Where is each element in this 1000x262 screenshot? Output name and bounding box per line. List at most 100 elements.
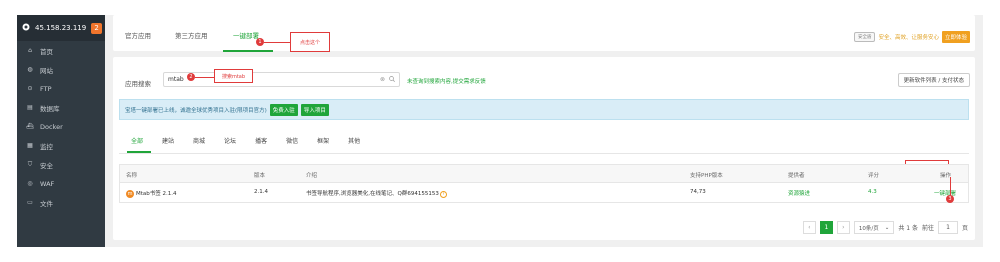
page-1-button[interactable]: 1: [819, 221, 833, 234]
app-intro-cell: 书签导航程序,浏览器美化,在线笔记、Q群694155153?: [306, 189, 447, 198]
category-tab-2[interactable]: 商城: [193, 136, 205, 145]
next-page-button[interactable]: ›: [836, 221, 850, 234]
col-intro: 介绍: [306, 173, 318, 179]
annotation-line-3: [950, 177, 951, 195]
active-tab-indicator: [223, 50, 273, 52]
sidebar-item-label: 数据库: [40, 104, 60, 113]
sidebar-item-label: WAF: [40, 179, 55, 188]
col-php: 支持PHP版本: [690, 173, 723, 179]
goto-label: 前往: [921, 225, 934, 232]
sidebar-item-label: FTP: [40, 84, 52, 93]
annotation-step-1: 1: [256, 38, 264, 46]
search-box: ⊗: [163, 72, 400, 87]
sidebar-item-label: 文件: [40, 199, 53, 208]
server-icon: [22, 23, 30, 33]
tab-bar: 官方应用 第三方应用 一键部署 1 点击这个 安全盾 安全、高效、让服务安心 立…: [113, 15, 975, 52]
category-tab-5[interactable]: 微信: [286, 136, 298, 145]
sidebar-item-0[interactable]: ⌂ 首页: [17, 41, 105, 60]
search-icon[interactable]: [389, 75, 395, 84]
clear-icon[interactable]: ⊗: [380, 76, 385, 84]
sidebar: 45.158.23.119 2 ⌂ 首页 ◍ 网站 ⊙ FTP ▤ 数据库 ⛴ Docker ▦ 监控…: [17, 15, 105, 247]
search-label: 应用搜索: [125, 80, 151, 88]
total-count: 共 1 条: [898, 225, 918, 232]
app-panel: 应用搜索 ⊗ 2 搜索mtab 未查询到搜索内容,提交需求反馈 更新软件列表 /…: [113, 57, 975, 240]
tab-one-click-deploy[interactable]: 一键部署: [233, 30, 259, 40]
prev-page-button[interactable]: ‹: [802, 221, 816, 234]
category-tab-3[interactable]: 论坛: [224, 136, 236, 145]
col-score: 评分: [868, 173, 880, 179]
notice-text: 宝塔一键部署已上线，诚邀全球优秀项目入驻(限项目官方): [125, 107, 267, 114]
app-score: 4.3: [868, 189, 877, 195]
app-table: 名称 版本 介绍 支持PHP版本 提供者 评分 操作 m Mtab书签 2.1.4…: [119, 164, 969, 203]
col-version: 版本: [254, 173, 266, 179]
category-tabs: 全部 建站 商城 论坛 播客 微信 框架 其他: [131, 136, 379, 145]
database-icon: ▤: [27, 104, 33, 111]
promo-try-button[interactable]: 立即体验: [941, 31, 970, 43]
waf-icon: ◎: [27, 180, 33, 187]
monitor-icon: ▦: [27, 142, 33, 149]
annotation-step-3: 3: [946, 195, 954, 203]
goto-page-input[interactable]: 1: [937, 221, 958, 234]
server-ip: 45.158.23.119: [35, 24, 87, 32]
category-tab-0[interactable]: 全部: [131, 136, 143, 145]
tab-third-party-apps[interactable]: 第三方应用: [175, 30, 208, 40]
annotation-search-hint: 搜索mtab: [214, 69, 253, 83]
category-tab-1[interactable]: 建站: [162, 136, 174, 145]
annotation-tab-hint: 点击这个: [290, 32, 330, 52]
promo-banner: 安全盾 安全、高效、让服务安心 立即体验: [853, 31, 970, 43]
page-size-value: 10条/页: [858, 225, 879, 232]
sidebar-nav: ⌂ 首页 ◍ 网站 ⊙ FTP ▤ 数据库 ⛴ Docker ▦ 监控 ⛉ 安全 ◎ WAF ▭ 文件: [17, 41, 105, 212]
main-content: 官方应用 第三方应用 一键部署 1 点击这个 安全盾 安全、高效、让服务安心 立…: [113, 15, 975, 247]
import-project-button[interactable]: 导入项目: [300, 103, 329, 116]
docker-icon: ⛴: [26, 123, 34, 130]
table-header: 名称 版本 介绍 支持PHP版本 提供者 评分 操作: [120, 165, 968, 183]
sidebar-item-label: 安全: [40, 161, 53, 170]
sidebar-item-label: 首页: [40, 47, 53, 56]
sidebar-item-label: 网站: [40, 66, 53, 75]
sidebar-item-4[interactable]: ⛴ Docker: [17, 117, 105, 136]
app-version: 2.1.4: [254, 189, 268, 195]
home-icon: ⌂: [28, 47, 32, 54]
sidebar-item-8[interactable]: ▭ 文件: [17, 193, 105, 212]
sidebar-item-6[interactable]: ⛉ 安全: [17, 155, 105, 174]
app-php-versions: 74,73: [690, 189, 706, 195]
sidebar-item-1[interactable]: ◍ 网站: [17, 60, 105, 79]
sidebar-item-7[interactable]: ◎ WAF: [17, 174, 105, 193]
annotation-step-2: 2: [187, 73, 195, 81]
update-software-list-button[interactable]: 更新软件列表 / 支付状态: [897, 73, 970, 87]
app-name: Mtab书签 2.1.4: [136, 191, 177, 197]
tab-official-apps[interactable]: 官方应用: [125, 30, 151, 40]
annotation-line-1: [264, 42, 290, 43]
help-icon[interactable]: ?: [439, 191, 447, 198]
category-tab-6[interactable]: 框架: [317, 136, 329, 145]
sidebar-item-2[interactable]: ⊙ FTP: [17, 79, 105, 98]
app-logo-icon: m: [126, 189, 134, 198]
annotation-line-2: [195, 77, 214, 78]
category-tab-7[interactable]: 其他: [348, 136, 360, 145]
globe-icon: ◍: [27, 66, 33, 73]
shield-icon: ⛉: [27, 160, 33, 168]
app-name-cell: m Mtab书签 2.1.4: [126, 189, 177, 198]
secure-badge: 安全盾: [853, 32, 876, 42]
col-name: 名称: [126, 173, 138, 179]
sidebar-item-label: 监控: [40, 142, 53, 151]
notification-badge[interactable]: 2: [91, 22, 102, 34]
sidebar-item-3[interactable]: ▤ 数据库: [17, 98, 105, 117]
folder-icon: ▭: [27, 199, 33, 206]
chevron-down-icon: ⌄: [884, 224, 890, 231]
sidebar-item-label: Docker: [40, 122, 63, 131]
ftp-icon: ⊙: [27, 85, 33, 92]
category-tab-4[interactable]: 播客: [255, 136, 267, 145]
feedback-link[interactable]: 未查询到搜索内容,提交需求反馈: [407, 77, 486, 85]
sidebar-item-5[interactable]: ▦ 监控: [17, 136, 105, 155]
app-provider-link[interactable]: 资源猿进: [788, 189, 810, 197]
page-size-select[interactable]: 10条/页 ⌄: [853, 221, 895, 234]
sidebar-header: 45.158.23.119 2: [17, 15, 105, 41]
promo-text: 安全、高效、让服务安心: [878, 35, 939, 41]
free-join-button[interactable]: 免费入驻: [269, 103, 298, 116]
col-provider: 提供者: [788, 173, 805, 179]
category-divider: [119, 153, 969, 154]
table-row: m Mtab书签 2.1.4 2.1.4 书签导航程序,浏览器美化,在线笔记、Q群…: [120, 183, 968, 203]
page-unit-label: 页: [961, 225, 968, 232]
notice-bar: 宝塔一键部署已上线，诚邀全球优秀项目入驻(限项目官方) 免费入驻 导入项目: [119, 99, 969, 120]
